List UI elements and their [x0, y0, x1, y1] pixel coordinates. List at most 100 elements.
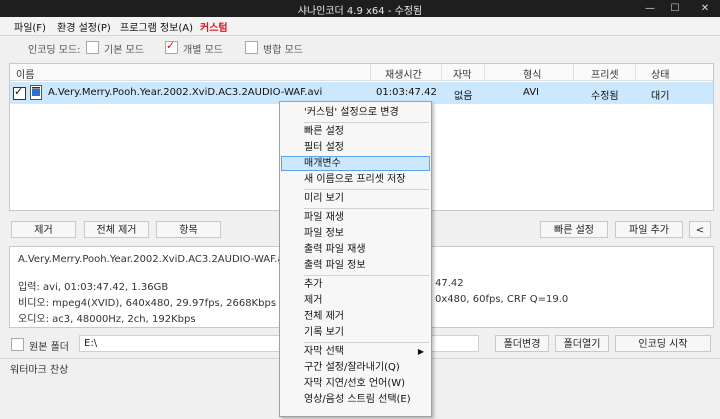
context-menu-item[interactable]: 빠른 설정	[281, 124, 430, 139]
menu-custom[interactable]: 커스텀	[200, 19, 228, 34]
menu-separator	[304, 342, 429, 343]
file-list-header: 이름 재생시간 자막 형식 프리셋 상태	[10, 64, 713, 81]
context-menu-item[interactable]: 추가	[281, 277, 430, 292]
expand-button[interactable]: <	[689, 221, 711, 238]
individual-mode-label: 개별 모드	[183, 45, 223, 56]
checkmark-icon: ✓	[166, 39, 176, 52]
context-menu-item[interactable]: '커스텀' 설정으로 변경	[281, 105, 430, 120]
change-folder-button[interactable]: 폴더변경	[495, 335, 549, 352]
context-menu-item-label: 필터 설정	[304, 142, 344, 153]
context-menu-item[interactable]: 파일 정보	[281, 226, 430, 241]
context-menu-item-label: 구간 설정/잘라내기(Q)	[304, 362, 400, 373]
merge-mode-label: 병합 모드	[263, 45, 303, 56]
context-menu: '커스텀' 설정으로 변경빠른 설정필터 설정매개변수새 이름으로 프리셋 저장…	[279, 101, 432, 417]
context-menu-item-label: 추가	[304, 279, 323, 290]
start-encoding-button[interactable]: 인코딩 시작	[615, 335, 711, 352]
items-button[interactable]: 항목	[156, 221, 221, 238]
column-name[interactable]: 이름	[16, 66, 34, 81]
context-menu-item-label: 출력 파일 정보	[304, 260, 366, 271]
basic-mode-label: 기본 모드	[104, 45, 144, 56]
context-menu-item[interactable]: 매개변수	[281, 156, 430, 171]
quick-settings-button[interactable]: 빠른 설정	[540, 221, 608, 238]
context-menu-item-label: 파일 재생	[304, 212, 344, 223]
menu-about[interactable]: 프로그램 정보(A)	[120, 19, 193, 34]
context-menu-item[interactable]: 필터 설정	[281, 140, 430, 155]
menu-preferences[interactable]: 환경 설정(P)	[57, 19, 111, 34]
context-menu-item-label: 영상/음성 스트림 선택(E)	[304, 394, 411, 405]
menu-separator	[304, 208, 429, 209]
info-video: 비디오: mpeg4(XVID), 640x480, 29.97fps, 266…	[18, 298, 277, 309]
context-menu-item[interactable]: 제거	[281, 293, 430, 308]
title-bar: 샤나인코더 4.9 x64 - 수정됨 — ☐ ✕	[0, 0, 720, 17]
column-format[interactable]: 형식	[523, 66, 541, 81]
context-menu-item[interactable]: 구간 설정/잘라내기(Q)	[281, 360, 430, 375]
context-menu-item-label: 자막 지연/선호 언어(W)	[304, 378, 406, 389]
row-subtitle: 없음	[454, 91, 473, 102]
context-menu-item[interactable]: 영상/음성 스트림 선택(E)	[281, 392, 430, 407]
context-menu-item-label: 출력 파일 재생	[304, 244, 366, 255]
row-status: 대기	[651, 91, 670, 102]
menu-bar: 파일(F) 환경 설정(P) 프로그램 정보(A) 커스텀	[0, 17, 720, 36]
column-divider	[635, 64, 636, 80]
close-button[interactable]: ✕	[694, 0, 716, 17]
menu-file[interactable]: 파일(F)	[14, 19, 46, 34]
source-folder-label: 원본 폴더	[29, 342, 69, 353]
add-file-button[interactable]: 파일 추가	[615, 221, 683, 238]
row-preset: 수정됨	[591, 91, 619, 102]
menu-separator	[304, 189, 429, 190]
context-menu-item[interactable]: 전체 제거	[281, 309, 430, 324]
context-menu-item[interactable]: 미리 보기	[281, 191, 430, 206]
context-menu-item-label: 전체 제거	[304, 311, 344, 322]
context-menu-item-label: 미리 보기	[304, 193, 344, 204]
context-menu-item-label: 매개변수	[304, 158, 341, 169]
column-divider	[573, 64, 574, 80]
context-menu-item[interactable]: 파일 재생	[281, 210, 430, 225]
checkmark-icon: ✓	[14, 85, 24, 98]
info-output-duration: 47.42	[435, 278, 464, 289]
source-folder-checkbox[interactable]	[11, 338, 24, 351]
submenu-arrow-icon: ▶	[417, 347, 424, 356]
column-divider	[441, 64, 442, 80]
menu-separator	[304, 122, 429, 123]
column-divider	[484, 64, 485, 80]
column-preset[interactable]: 프리셋	[591, 66, 619, 81]
context-menu-item-label: 제거	[304, 295, 323, 306]
context-menu-item[interactable]: 자막 지연/선호 언어(W)	[281, 376, 430, 391]
individual-mode-checkbox[interactable]: ✓	[165, 39, 178, 54]
column-subtitle[interactable]: 자막	[453, 66, 471, 81]
maximize-button[interactable]: ☐	[664, 0, 686, 17]
row-checkbox[interactable]: ✓	[13, 85, 26, 100]
basic-mode-checkbox[interactable]	[86, 41, 99, 54]
open-folder-button[interactable]: 폴더열기	[555, 335, 609, 352]
context-menu-item[interactable]: 자막 선택 ▶	[281, 344, 430, 359]
context-menu-item[interactable]: 출력 파일 재생	[281, 242, 430, 257]
context-menu-item-label: 자막 선택	[304, 346, 344, 357]
row-format: AVI	[523, 87, 539, 98]
row-filename: A.Very.Merry.Pooh.Year.2002.XviD.AC3.2AU…	[48, 87, 323, 98]
context-menu-item-label: 기록 보기	[304, 327, 344, 338]
info-audio: 오디오: ac3, 48000Hz, 2ch, 192Kbps	[18, 314, 196, 325]
remove-button[interactable]: 제거	[11, 221, 76, 238]
info-output-video: 0x480, 60fps, CRF Q=19.0	[435, 294, 569, 305]
remove-all-button[interactable]: 전체 제거	[84, 221, 149, 238]
context-menu-item-label: 파일 정보	[304, 228, 344, 239]
watermark-status: 워터마크 찬상	[10, 365, 69, 376]
context-menu-item[interactable]: 새 이름으로 프리셋 저장	[281, 172, 430, 187]
window-title: 샤나인코더 4.9 x64 - 수정됨	[297, 6, 423, 17]
video-file-icon	[30, 85, 42, 100]
encoding-mode-label: 인코딩 모드:	[28, 45, 81, 56]
context-menu-item[interactable]: 기록 보기	[281, 325, 430, 340]
column-duration[interactable]: 재생시간	[385, 66, 422, 81]
column-divider	[370, 64, 371, 80]
info-filename: A.Very.Merry.Pooh.Year.2002.XviD.AC3.2AU…	[18, 254, 293, 265]
row-duration: 01:03:47.42	[376, 87, 437, 98]
context-menu-item[interactable]: 출력 파일 정보	[281, 258, 430, 273]
merge-mode-checkbox[interactable]	[245, 41, 258, 54]
menu-separator	[304, 275, 429, 276]
minimize-button[interactable]: —	[639, 0, 661, 17]
encoding-mode-row: 인코딩 모드: 기본 모드 ✓ 개별 모드 병합 모드	[0, 36, 720, 58]
column-status[interactable]: 상태	[651, 66, 669, 81]
context-menu-item-label: '커스텀' 설정으로 변경	[304, 107, 399, 118]
context-menu-item-label: 새 이름으로 프리셋 저장	[304, 174, 406, 185]
context-menu-item-label: 빠른 설정	[304, 126, 344, 137]
